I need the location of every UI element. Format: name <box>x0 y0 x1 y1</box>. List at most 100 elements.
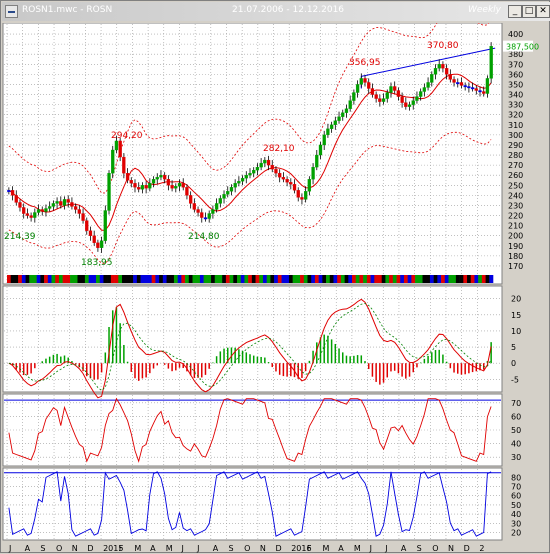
candle-body <box>407 104 412 107</box>
candle-body <box>404 102 408 107</box>
candle-body <box>233 183 237 188</box>
price-axis-label: 230 <box>508 201 523 210</box>
time-axis-label: A <box>213 544 219 553</box>
oscillator-panel <box>2 467 503 541</box>
candle-body <box>326 128 330 136</box>
trend-color-bar-cell <box>10 275 15 283</box>
price-axis-label: 180 <box>508 252 523 261</box>
trend-color-bar-cell <box>437 275 442 283</box>
candle-body <box>470 87 475 90</box>
trend-color-bar-cell <box>47 275 52 283</box>
candle-body <box>378 98 382 102</box>
candle-body <box>355 84 360 93</box>
trend-color-bar-cell <box>370 275 375 283</box>
chart-window: ROSN1.mwc - ROSN 21.07.2006 - 12.12.2016… <box>0 0 550 553</box>
candle-body <box>300 197 304 200</box>
candle-body <box>166 179 171 186</box>
trend-color-bar-cell <box>21 275 26 283</box>
trend-color-bar-cell <box>407 275 412 283</box>
trend-color-bar-cell <box>489 275 494 283</box>
candle-body <box>33 212 37 218</box>
time-axis-label: O <box>432 544 438 553</box>
candle-body <box>163 175 167 180</box>
trend-color-bar-cell <box>300 275 305 283</box>
maximize-button[interactable]: □ <box>522 5 536 18</box>
candle-body <box>270 164 274 170</box>
trend-color-bar-cell <box>151 275 156 283</box>
candle-body <box>25 213 30 216</box>
candle-body <box>7 190 11 192</box>
candle-body <box>381 98 386 102</box>
trend-color-bar-cell <box>214 275 219 283</box>
candle-body <box>415 96 419 101</box>
trend-color-bar-cell <box>129 275 134 283</box>
candle-body <box>18 202 22 208</box>
candle-body <box>482 91 486 94</box>
trend-color-bar-cell <box>96 275 101 283</box>
trend-color-bar-cell <box>337 275 342 283</box>
close-button[interactable]: ✕ <box>536 5 550 18</box>
trend-color-bar-cell <box>318 275 323 283</box>
time-axis-label: M <box>354 544 361 553</box>
candle-body <box>200 212 204 218</box>
rsi-axis-label: 40 <box>511 440 521 449</box>
candle-body <box>430 74 434 83</box>
trend-color-bar-cell <box>203 275 208 283</box>
candle-body <box>107 173 111 211</box>
candle-body <box>289 182 293 185</box>
trend-color-bar-cell <box>403 275 408 283</box>
trend-color-bar-cell <box>415 275 420 283</box>
candle-body <box>240 178 245 182</box>
price-axis-label: 330 <box>508 101 523 110</box>
trend-color-bar-cell <box>55 275 60 283</box>
chart-area[interactable]: 4003903803703603503403303203103002902802… <box>1 23 550 554</box>
trend-color-bar-cell <box>433 275 438 283</box>
trend-color-bar-cell <box>14 275 19 283</box>
trend-color-bar-cell <box>396 275 401 283</box>
candle-body <box>385 92 389 99</box>
candle-body <box>307 179 312 192</box>
time-axis-label: J <box>196 544 199 553</box>
candle-body <box>99 240 104 248</box>
candle-body <box>144 185 148 189</box>
document-icon <box>5 5 18 18</box>
trend-color-bar-cell <box>44 275 49 283</box>
price-annotation: 214,80 <box>188 232 220 242</box>
time-axis-label: N <box>72 544 78 553</box>
trend-color-bar-cell <box>51 275 56 283</box>
macd-axis-label: 10 <box>511 327 521 336</box>
candle-body <box>111 149 115 174</box>
minimize-button[interactable]: _ <box>508 5 522 18</box>
candle-body <box>218 198 222 204</box>
trend-color-bar-cell <box>452 275 457 283</box>
trend-color-bar-cell <box>422 275 427 283</box>
trend-color-bar-cell <box>400 275 405 283</box>
trend-color-bar-cell <box>70 275 75 283</box>
candle-body <box>103 210 107 241</box>
trend-color-bar-cell <box>389 275 394 283</box>
candle-body <box>367 82 371 89</box>
trend-color-bar-cell <box>88 275 93 283</box>
candle-body <box>10 190 15 196</box>
candle-body <box>463 85 467 88</box>
time-axis-label: O <box>244 544 250 553</box>
candle-body <box>137 187 141 190</box>
time-axis-label: F <box>119 544 124 553</box>
candle-body <box>148 183 152 189</box>
candle-body <box>337 116 341 121</box>
candle-body <box>77 209 81 214</box>
window-title-bar[interactable]: ROSN1.mwc - ROSN 21.07.2006 - 12.12.2016… <box>2 2 550 21</box>
candle-body <box>177 183 182 187</box>
price-axis-label: 280 <box>508 151 523 160</box>
trend-color-bar-cell <box>455 275 460 283</box>
trend-color-bar-cell <box>307 275 312 283</box>
candle-body <box>396 90 401 97</box>
trend-color-bar-cell <box>66 275 71 283</box>
candle-body <box>266 159 271 166</box>
trend-color-bar-cell <box>29 275 34 283</box>
candle-body <box>292 184 297 191</box>
candle-body <box>125 173 130 181</box>
trend-color-bar-cell <box>170 275 175 283</box>
time-axis-label: J <box>8 544 11 553</box>
trend-color-bar-cell <box>233 275 238 283</box>
